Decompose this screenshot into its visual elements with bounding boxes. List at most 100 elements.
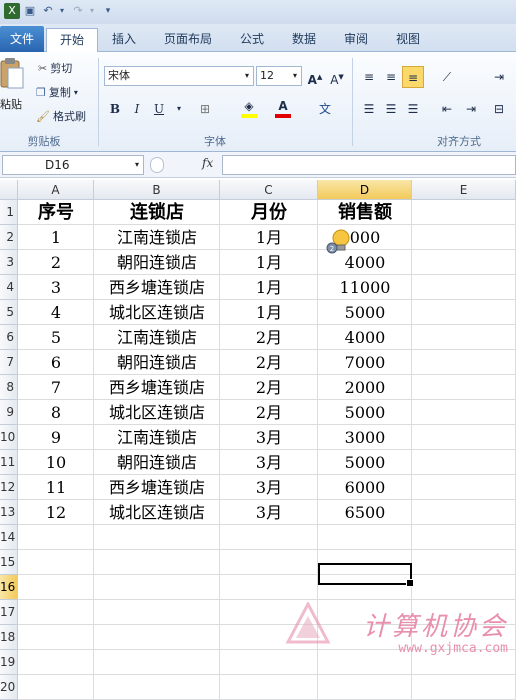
row-header-1[interactable]: 1 [0, 200, 18, 225]
cell-A11[interactable]: 10 [18, 450, 94, 475]
cell-B12[interactable]: 西乡塘连锁店 [94, 475, 220, 500]
row-header-5[interactable]: 5 [0, 300, 18, 325]
cell-A10[interactable]: 9 [18, 425, 94, 450]
tab-home[interactable]: 开始 [46, 28, 98, 53]
cell-A4[interactable]: 3 [18, 275, 94, 300]
cell-A12[interactable]: 11 [18, 475, 94, 500]
decrease-indent-icon[interactable]: ⇤ [436, 98, 458, 120]
row-header-8[interactable]: 8 [0, 375, 18, 400]
paste-button[interactable]: 粘贴 [0, 56, 26, 120]
cell-C9[interactable]: 2月 [220, 400, 318, 425]
align-middle-icon[interactable]: ≡ [380, 66, 402, 88]
cell-D13[interactable]: 6500 [318, 500, 412, 525]
cell-C5[interactable]: 1月 [220, 300, 318, 325]
column-header-C[interactable]: C [220, 180, 318, 200]
phonetic-icon[interactable]: 文 [314, 98, 336, 120]
row-header-20[interactable]: 20 [0, 675, 18, 700]
cell-C12[interactable]: 3月 [220, 475, 318, 500]
column-header-D[interactable]: D [318, 180, 412, 200]
formula-bar-expander[interactable] [150, 157, 164, 173]
cell-D7[interactable]: 7000 [318, 350, 412, 375]
cell-A7[interactable]: 6 [18, 350, 94, 375]
cell-D10[interactable]: 3000 [318, 425, 412, 450]
cell-C6[interactable]: 2月 [220, 325, 318, 350]
cell-A3[interactable]: 2 [18, 250, 94, 275]
italic-button[interactable]: I [126, 98, 148, 120]
align-left-icon[interactable]: ☰ [358, 98, 380, 120]
cell-C4[interactable]: 1月 [220, 275, 318, 300]
tab-page-layout[interactable]: 页面布局 [156, 28, 220, 52]
bold-button[interactable]: B [104, 98, 126, 120]
column-header-B[interactable]: B [94, 180, 220, 200]
row-header-6[interactable]: 6 [0, 325, 18, 350]
active-cell-D16[interactable] [318, 563, 414, 587]
row-header-19[interactable]: 19 [0, 650, 18, 675]
align-center-icon[interactable]: ☰ [380, 98, 402, 120]
row-header-14[interactable]: 14 [0, 525, 18, 550]
align-top-icon[interactable]: ≡ [358, 66, 380, 88]
cell-B13[interactable]: 城北区连锁店 [94, 500, 220, 525]
cell-D5[interactable]: 5000 [318, 300, 412, 325]
cut-button[interactable]: ✂ 剪切 [38, 60, 72, 76]
cell-B7[interactable]: 朝阳连锁店 [94, 350, 220, 375]
cell-B8[interactable]: 西乡塘连锁店 [94, 375, 220, 400]
cell-A1[interactable]: 序号 [18, 200, 94, 225]
tab-formulas[interactable]: 公式 [230, 28, 274, 52]
format-painter-button[interactable]: 🖌 格式刷 [36, 108, 86, 124]
merge-center-icon[interactable]: ⊟ [488, 98, 510, 120]
cell-D4[interactable]: 11000 [318, 275, 412, 300]
row-header-9[interactable]: 9 [0, 400, 18, 425]
cell-C2[interactable]: 1月 [220, 225, 318, 250]
name-box[interactable]: D16 ▾ [2, 155, 144, 175]
formula-input[interactable] [222, 155, 516, 175]
fx-icon[interactable]: fx [202, 156, 213, 170]
fill-color-icon[interactable]: ◈ [238, 98, 260, 120]
border-icon[interactable]: ⊞ [194, 98, 216, 120]
cell-C10[interactable]: 3月 [220, 425, 318, 450]
cell-A8[interactable]: 7 [18, 375, 94, 400]
row-header-4[interactable]: 4 [0, 275, 18, 300]
worksheet-grid[interactable]: ABCDE 1 2 3 4 5 6 7 8 9 10 11 12 13 14 15 16 17 18 19 20 序号… [0, 180, 516, 700]
row-header-3[interactable]: 3 [0, 250, 18, 275]
row-header-10[interactable]: 10 [0, 425, 18, 450]
font-size-select[interactable]: 12 ▾ [256, 66, 302, 86]
cell-B1[interactable]: 连锁店 [94, 200, 220, 225]
cell-B6[interactable]: 江南连锁店 [94, 325, 220, 350]
increase-indent-icon[interactable]: ⇥ [460, 98, 482, 120]
save-icon[interactable]: ▣ [22, 3, 38, 19]
row-header-11[interactable]: 11 [0, 450, 18, 475]
cell-B11[interactable]: 朝阳连锁店 [94, 450, 220, 475]
cell-D6[interactable]: 4000 [318, 325, 412, 350]
cell-C11[interactable]: 3月 [220, 450, 318, 475]
cell-B9[interactable]: 城北区连锁店 [94, 400, 220, 425]
row-header-15[interactable]: 15 [0, 550, 18, 575]
cell-B5[interactable]: 城北区连锁店 [94, 300, 220, 325]
tab-insert[interactable]: 插入 [104, 28, 144, 52]
cell-D12[interactable]: 6000 [318, 475, 412, 500]
cell-A9[interactable]: 8 [18, 400, 94, 425]
row-header-16[interactable]: 16 [0, 575, 18, 600]
tab-data[interactable]: 数据 [284, 28, 324, 52]
row-header-13[interactable]: 13 [0, 500, 18, 525]
cell-A2[interactable]: 1 [18, 225, 94, 250]
column-header-E[interactable]: E [412, 180, 516, 200]
tab-file[interactable]: 文件 [0, 26, 44, 52]
cell-C8[interactable]: 2月 [220, 375, 318, 400]
cell-D8[interactable]: 2000 [318, 375, 412, 400]
font-name-select[interactable]: 宋体 ▾ [104, 66, 254, 86]
increase-font-icon[interactable]: A▲ [304, 66, 326, 88]
select-all-corner[interactable] [0, 180, 18, 200]
row-header-7[interactable]: 7 [0, 350, 18, 375]
align-right-icon[interactable]: ☰ [402, 98, 424, 120]
wrap-text-icon[interactable]: ⇥ [488, 66, 510, 88]
cell-C1[interactable]: 月份 [220, 200, 318, 225]
decrease-font-icon[interactable]: A▼ [326, 66, 348, 88]
cell-A13[interactable]: 12 [18, 500, 94, 525]
row-header-12[interactable]: 12 [0, 475, 18, 500]
row-header-2[interactable]: 2 [0, 225, 18, 250]
cell-B4[interactable]: 西乡塘连锁店 [94, 275, 220, 300]
cell-C3[interactable]: 1月 [220, 250, 318, 275]
tab-view[interactable]: 视图 [388, 28, 428, 52]
cell-C13[interactable]: 3月 [220, 500, 318, 525]
cell-D11[interactable]: 5000 [318, 450, 412, 475]
